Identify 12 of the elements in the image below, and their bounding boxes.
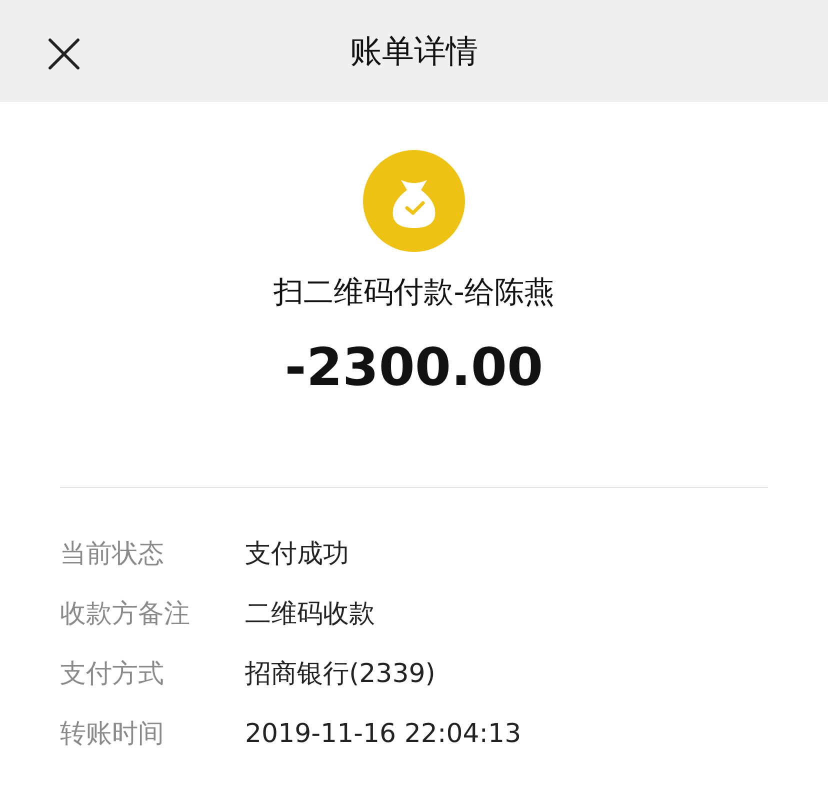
detail-value: 支付成功 <box>245 538 349 570</box>
payment-title: 扫二维码付款-给陈燕 <box>274 274 554 312</box>
detail-label: 支付方式 <box>60 658 165 690</box>
detail-value: 2019-11-16 22:04:13 <box>245 718 522 750</box>
detail-label: 当前状态 <box>60 538 165 570</box>
detail-label: 收款方备注 <box>60 598 191 630</box>
detail-label: 转账时间 <box>60 718 165 750</box>
page-title: 账单详情 <box>350 31 478 72</box>
money-bag-icon <box>363 150 465 252</box>
detail-value: 招商银行(2339) <box>245 658 436 690</box>
detail-value: 二维码收款 <box>245 598 375 630</box>
amount: -2300.00 <box>284 337 544 400</box>
